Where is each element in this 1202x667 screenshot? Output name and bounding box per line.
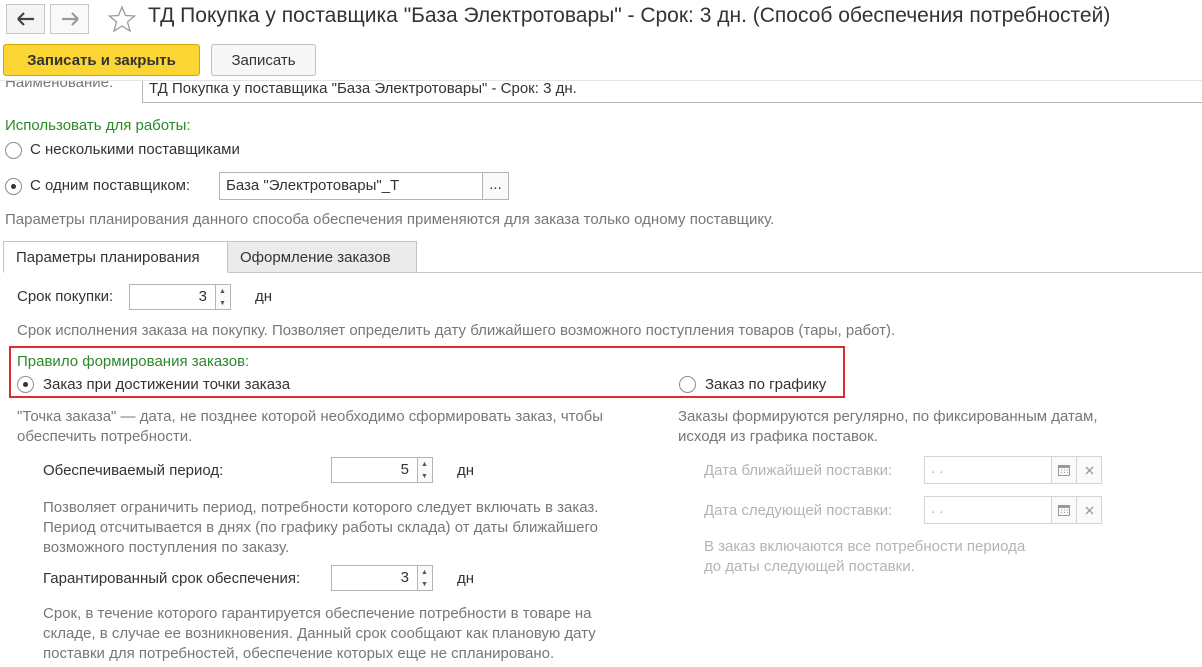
purchase-term-stepper[interactable]: ▲ ▼ [216,284,231,310]
schedule-bottom-hint: В заказ включаются все потребности перио… [704,537,1025,577]
nearest-clear-button[interactable] [1076,456,1102,484]
clear-icon [1085,506,1093,514]
nearest-delivery-input[interactable]: . . [924,456,1052,484]
period-stepper[interactable]: ▲ ▼ [418,457,433,483]
radio-order-point[interactable] [17,376,34,393]
nearest-calendar-button[interactable] [1051,456,1077,484]
arrow-right-icon [61,12,79,26]
guarantee-stepper[interactable]: ▲ ▼ [418,565,433,591]
radio-single-supplier-label[interactable]: С одним поставщиком: [30,177,190,194]
arrow-left-icon [16,12,34,26]
purchase-term-input[interactable]: 3 [129,284,216,310]
nearest-delivery-label: Дата ближайшей поставки: [704,462,893,479]
chevron-up-icon[interactable]: ▲ [219,288,226,295]
calendar-icon [1058,505,1070,516]
radio-order-point-label[interactable]: Заказ при достижении точки заказа [43,376,290,393]
chevron-up-icon[interactable]: ▲ [421,569,428,576]
period-hint: Позволяет ограничить период, потребности… [43,498,598,558]
chevron-down-icon[interactable]: ▼ [219,300,226,307]
radio-multiple-suppliers-label[interactable]: С несколькими поставщиками [30,141,240,158]
purchase-term-hint: Срок исполнения заказа на покупку. Позво… [17,322,896,339]
guarantee-hint: Срок, в течение которого гарантируется о… [43,604,596,664]
tab-order-processing[interactable]: Оформление заказов [227,241,417,273]
save-and-close-button[interactable]: Записать и закрыть [3,44,200,76]
window-title: ТД Покупка у поставщика "База Электротов… [148,4,1111,27]
single-supplier-hint: Параметры планирования данного способа о… [5,211,775,228]
guarantee-hint-line: складе, в случае ее возникновения. Данны… [43,625,596,642]
tab-planning-params[interactable]: Параметры планирования [3,241,228,273]
radio-order-schedule-label[interactable]: Заказ по графику [705,376,826,393]
period-hint-line: Период отсчитывается в днях (по графику … [43,519,598,536]
next-calendar-button[interactable] [1051,496,1077,524]
next-delivery-label: Дата следующей поставки: [704,502,893,519]
name-row: Наименование: ТД Покупка у поставщика "Б… [0,81,1202,103]
order-point-hint-line: обеспечить потребности. [17,428,193,445]
save-button[interactable]: Записать [211,44,316,76]
guarantee-unit: дн [457,570,475,587]
use-for-work-label: Использовать для работы: [5,117,191,134]
favorite-button[interactable] [107,4,137,38]
star-icon [107,5,137,33]
guarantee-input[interactable]: 3 [331,565,418,591]
order-point-hint-line: "Точка заказа" — дата, не позднее которо… [17,408,604,425]
calendar-icon [1058,465,1070,476]
period-hint-line: Позволяет ограничить период, потребности… [43,499,599,516]
chevron-down-icon[interactable]: ▼ [421,473,428,480]
schedule-bottom-hint-line: до даты следующей поставки. [704,558,915,575]
schedule-hint-line: исходя из графика поставок. [678,428,878,445]
chevron-up-icon[interactable]: ▲ [421,461,428,468]
schedule-bottom-hint-line: В заказ включаются все потребности перио… [704,538,1026,555]
chevron-down-icon[interactable]: ▼ [421,581,428,588]
order-point-hint: "Точка заказа" — дата, не позднее которо… [17,407,603,447]
purchase-term-unit: дн [255,288,273,305]
period-input[interactable]: 5 [331,457,418,483]
supplier-input[interactable]: База "Электротовары"_Т [219,172,483,200]
name-label: Наименование: [5,81,114,91]
radio-order-schedule[interactable] [679,376,696,393]
purchase-term-label: Срок покупки: [17,288,114,305]
next-clear-button[interactable] [1076,496,1102,524]
radio-multiple-suppliers[interactable] [5,142,22,159]
radio-single-supplier[interactable] [5,178,22,195]
clear-icon [1085,466,1093,474]
guarantee-label: Гарантированный срок обеспечения: [43,570,301,587]
period-unit: дн [457,462,475,479]
order-rule-label: Правило формирования заказов: [17,353,250,370]
back-button[interactable] [6,4,45,34]
period-hint-line: возможного поступления по заказу. [43,539,290,556]
next-delivery-input[interactable]: . . [924,496,1052,524]
schedule-hint-line: Заказы формируются регулярно, по фиксиро… [678,408,1098,425]
guarantee-hint-line: поставки для потребностей, обеспечение к… [43,645,555,662]
period-label: Обеспечиваемый период: [43,462,224,479]
schedule-hint: Заказы формируются регулярно, по фиксиро… [678,407,1098,447]
forward-button[interactable] [50,4,89,34]
name-input[interactable]: ТД Покупка у поставщика "База Электротов… [142,81,1202,103]
supplier-select-button[interactable]: ... [482,172,509,200]
guarantee-hint-line: Срок, в течение которого гарантируется о… [43,605,592,622]
